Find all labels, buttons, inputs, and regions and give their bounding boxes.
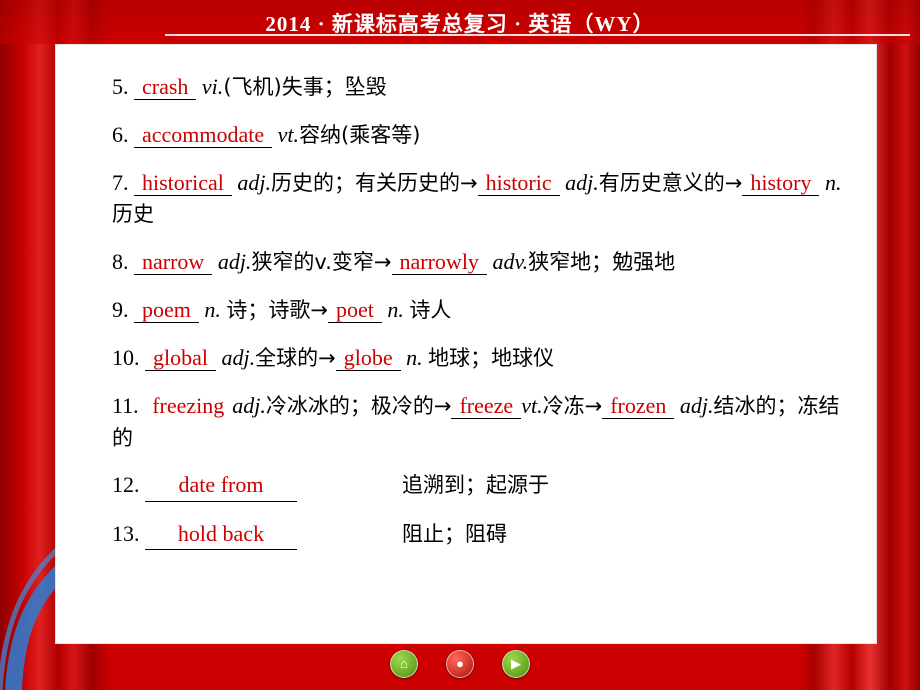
definition-text: 历史的；有关历史的→ bbox=[271, 170, 478, 195]
list-item: 13. hold back 阻止；阻碍 bbox=[74, 518, 858, 550]
vocabulary-list: 5. crash vi.(飞机)失事；坠毁 6. accommodate vt.… bbox=[56, 45, 876, 643]
item-number: 7. bbox=[112, 169, 129, 195]
part-of-speech: n. bbox=[387, 297, 404, 323]
slide: 2014 · 新课标高考总复习 · 英语（WY） 5. crash vi.(飞机… bbox=[0, 0, 920, 690]
part-of-speech: adj. bbox=[679, 392, 714, 418]
answer-blank: historical bbox=[134, 169, 232, 196]
answer-blank: narrowly bbox=[391, 249, 487, 276]
phrase-meaning: 追溯到；起源于 bbox=[402, 473, 549, 498]
answer-blank: date from bbox=[145, 469, 297, 502]
answer-blank: accommodate bbox=[134, 121, 273, 148]
definition-text: 诗人 bbox=[409, 298, 452, 323]
phrase-meaning: 阻止；阻碍 bbox=[402, 521, 507, 546]
item-number: 13. bbox=[112, 520, 140, 546]
answer-blank: poem bbox=[134, 297, 199, 324]
phrase-left: 12. date from bbox=[112, 469, 402, 502]
item-number: 8. bbox=[112, 249, 129, 275]
definition-text: 诗；诗歌→ bbox=[226, 298, 328, 323]
part-of-speech: n. bbox=[406, 344, 423, 370]
definition-text: 地球；地球仪 bbox=[428, 345, 555, 370]
home-icon[interactable]: ⌂ bbox=[390, 650, 418, 678]
answer-blank: hold back bbox=[145, 518, 297, 550]
definition-text: 全球的→ bbox=[255, 345, 336, 370]
answer-blank: narrow bbox=[134, 249, 213, 276]
definition-text: 狭窄地；勉强地 bbox=[528, 250, 676, 275]
part-of-speech: vt. bbox=[521, 392, 543, 418]
phrase-left: 13. hold back bbox=[112, 518, 402, 550]
item-number: 9. bbox=[112, 297, 129, 323]
item-number: 12. bbox=[112, 472, 140, 498]
definition-text: 冷冰冰的；极冷的→ bbox=[265, 393, 452, 418]
item-number: 10. bbox=[112, 344, 140, 370]
list-item: 9. poem n. 诗；诗歌→ poet n. 诗人 bbox=[74, 294, 858, 326]
definition-text: 狭窄的v.变窄→ bbox=[251, 250, 392, 275]
answer-blank: history bbox=[742, 169, 820, 196]
part-of-speech: adv. bbox=[492, 249, 529, 275]
answer-blank: freezing bbox=[152, 392, 225, 418]
part-of-speech: adj. bbox=[565, 169, 599, 195]
answer-blank: global bbox=[145, 344, 216, 371]
part-of-speech: adj. bbox=[221, 344, 256, 370]
list-item: 8. narrow adj.狭窄的v.变窄→ narrowly adv.狭窄地；勉… bbox=[74, 246, 858, 278]
content-panel: 5. crash vi.(飞机)失事；坠毁 6. accommodate vt.… bbox=[55, 44, 877, 644]
definition-text: 容纳(乘客等) bbox=[299, 122, 421, 147]
part-of-speech: adj. bbox=[232, 392, 266, 418]
answer-blank: frozen bbox=[602, 392, 675, 419]
list-item: 10. global adj.全球的→ globe n. 地球；地球仪 bbox=[74, 342, 858, 374]
list-item: 6. accommodate vt.容纳(乘客等) bbox=[74, 119, 858, 151]
answer-blank: poet bbox=[328, 297, 382, 324]
bottom-navigation: ⌂ ● ▶ bbox=[0, 644, 920, 684]
list-item: 11. freezing adj.冷冰冰的；极冷的→ freeze vt.冷冻→ fro… bbox=[74, 390, 858, 454]
item-number: 6. bbox=[112, 121, 129, 147]
answer-blank: freeze bbox=[451, 392, 522, 419]
list-item: 5. crash vi.(飞机)失事；坠毁 bbox=[74, 71, 858, 103]
menu-icon[interactable]: ● bbox=[446, 650, 474, 678]
item-number: 5. bbox=[112, 74, 129, 99]
part-of-speech: adj. bbox=[237, 169, 271, 195]
definition-text: 历史 bbox=[112, 202, 154, 227]
next-icon[interactable]: ▶ bbox=[502, 650, 530, 678]
list-item: 7. historical adj.历史的；有关历史的→ historic adj… bbox=[74, 167, 858, 231]
part-of-speech: n. bbox=[824, 169, 842, 195]
list-item: 12. date from 追溯到；起源于 bbox=[74, 469, 858, 502]
definition-text: 有历史意义的→ bbox=[598, 170, 743, 195]
part-of-speech: vt. bbox=[277, 121, 300, 147]
definition-text: (飞机)失事；坠毁 bbox=[223, 75, 387, 99]
answer-blank: historic bbox=[477, 169, 560, 196]
part-of-speech: n. bbox=[204, 297, 221, 323]
definition-text: 冷冻→ bbox=[542, 393, 603, 418]
header-divider bbox=[165, 34, 910, 36]
part-of-speech: adj. bbox=[217, 249, 252, 275]
item-number: 11. bbox=[112, 392, 139, 418]
answer-blank: globe bbox=[335, 344, 401, 371]
answer-blank: crash bbox=[134, 74, 197, 100]
part-of-speech: vi. bbox=[201, 74, 224, 99]
